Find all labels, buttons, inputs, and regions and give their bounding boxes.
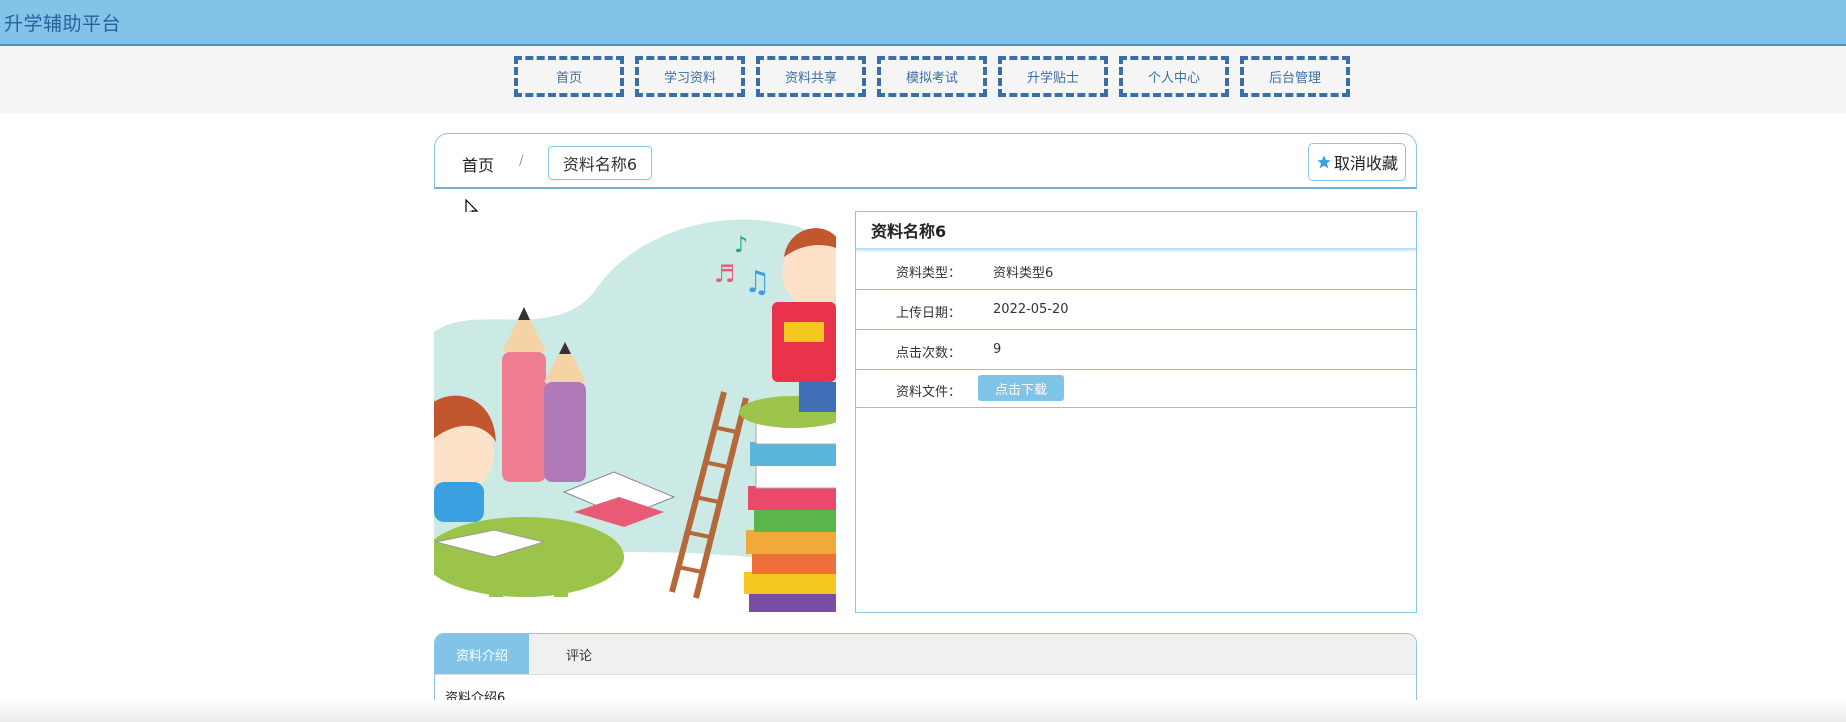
star-icon — [1317, 155, 1331, 169]
detail-value: 资料类型6 — [993, 266, 1054, 281]
download-button[interactable]: 点击下载 — [978, 375, 1064, 401]
detail-row-type: 资料类型： 资料类型6 — [856, 250, 1416, 290]
material-cover-image: ♪ ♬ ♫ — [434, 212, 836, 612]
page-bottom-shadow — [0, 700, 1846, 722]
detail-key: 资料类型： — [896, 266, 962, 281]
nav-bar: 首页 学习资料 资料共享 模拟考试 升学贴士 个人中心 后台管理 — [0, 46, 1846, 113]
tab-bar: 资料介绍 评论 — [435, 634, 1416, 675]
breadcrumb-separator: / — [519, 154, 524, 169]
detail-key: 点击次数： — [896, 346, 962, 361]
breadcrumb-home[interactable]: 首页 — [462, 152, 494, 176]
svg-text:♫: ♫ — [744, 265, 771, 300]
top-header: 升学辅助平台 — [0, 0, 1846, 46]
nav-item-personal-center[interactable]: 个人中心 — [1119, 56, 1229, 97]
nav-item-material-sharing[interactable]: 资料共享 — [756, 56, 866, 97]
nav-item-tips[interactable]: 升学贴士 — [998, 56, 1108, 97]
detail-row-file: 资料文件： 点击下载 — [856, 370, 1416, 408]
material-detail-panel: 资料名称6 资料类型： 资料类型6 上传日期： 2022-05-20 点击次数：… — [855, 211, 1417, 613]
breadcrumb-current: 资料名称6 — [548, 146, 652, 180]
nav-item-admin[interactable]: 后台管理 — [1240, 56, 1350, 97]
svg-text:♪: ♪ — [734, 233, 748, 258]
tab-material-intro[interactable]: 资料介绍 — [435, 634, 529, 674]
detail-value: 9 — [993, 342, 1002, 357]
tab-comments[interactable]: 评论 — [529, 634, 629, 674]
detail-row-upload-date: 上传日期： 2022-05-20 — [856, 290, 1416, 330]
detail-key: 上传日期： — [896, 306, 962, 321]
nav-item-mock-exam[interactable]: 模拟考试 — [877, 56, 987, 97]
nav-item-study-materials[interactable]: 学习资料 — [635, 56, 745, 97]
material-title: 资料名称6 — [856, 212, 1416, 250]
breadcrumb: 首页 / 资料名称6 取消收藏 — [434, 133, 1417, 189]
site-title: 升学辅助平台 — [4, 13, 122, 35]
nav-item-home[interactable]: 首页 — [514, 56, 624, 97]
unfavorite-label: 取消收藏 — [1333, 154, 1398, 173]
detail-row-click-count: 点击次数： 9 — [856, 330, 1416, 370]
svg-text:♬: ♬ — [714, 260, 736, 288]
detail-key: 资料文件： — [896, 385, 962, 400]
unfavorite-button[interactable]: 取消收藏 — [1308, 143, 1406, 181]
detail-value: 2022-05-20 — [993, 302, 1069, 317]
